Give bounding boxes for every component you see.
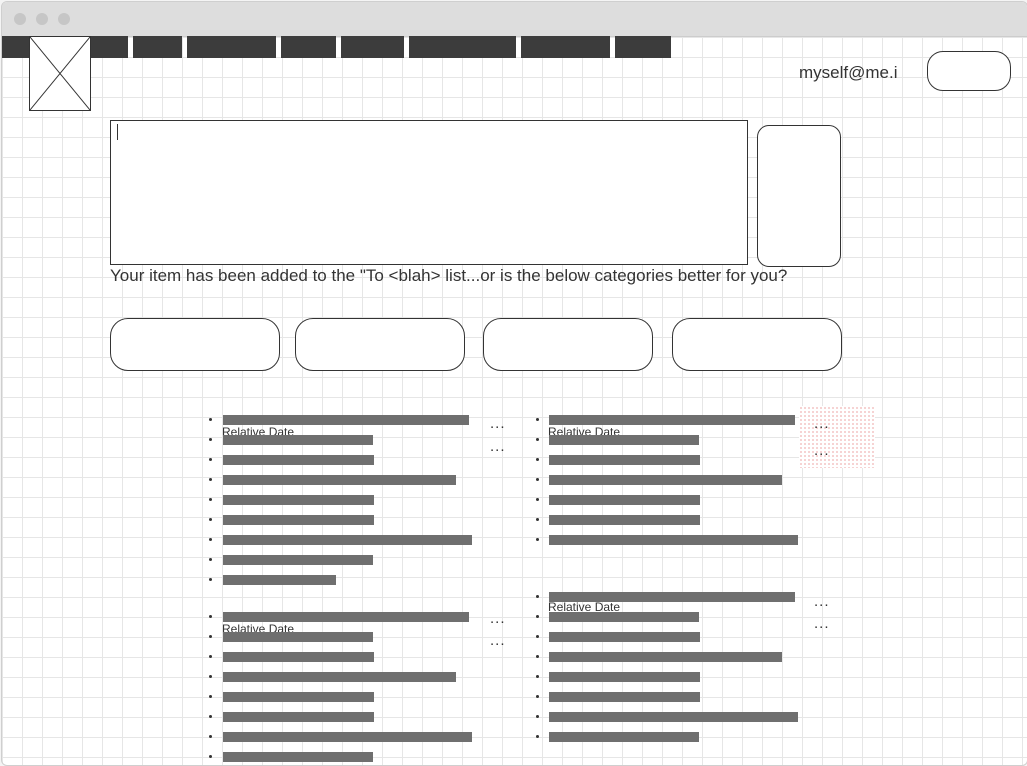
bullet (209, 558, 212, 561)
list-item-bar[interactable] (223, 575, 336, 585)
list-item-bar[interactable] (549, 672, 700, 682)
nav-item-6[interactable] (409, 36, 516, 58)
list-item-bar[interactable] (223, 475, 456, 485)
list-item-bar[interactable] (223, 495, 374, 505)
maximize-window-button[interactable] (58, 13, 70, 25)
list-item-bar[interactable] (223, 535, 472, 545)
category-button-4[interactable] (672, 318, 842, 371)
list-item-bar[interactable] (549, 435, 699, 445)
added-item-message: Your item has been added to the "To <bla… (110, 266, 788, 285)
list-item-bar[interactable] (223, 515, 374, 525)
bullet (536, 675, 539, 678)
nav-item-8[interactable] (615, 36, 671, 58)
list-item-bar[interactable] (223, 672, 456, 682)
list-item-bar[interactable] (549, 712, 798, 722)
text-caret (117, 124, 118, 140)
bullet (536, 635, 539, 638)
bullet (536, 595, 539, 598)
bullet (209, 715, 212, 718)
bullet (536, 438, 539, 441)
list-item-title[interactable] (549, 415, 795, 425)
list-item-bar[interactable] (223, 732, 472, 742)
bullet (536, 655, 539, 658)
nav-item-3[interactable] (187, 36, 276, 58)
bullet (209, 418, 212, 421)
bullet (209, 675, 212, 678)
list-item-bar[interactable] (549, 535, 798, 545)
list-item-title[interactable] (223, 415, 469, 425)
bullet (536, 478, 539, 481)
bullet (209, 615, 212, 618)
title-bar (2, 2, 1027, 37)
bullet (209, 635, 212, 638)
bullet (536, 695, 539, 698)
bullet (209, 735, 212, 738)
category-button-3[interactable] (483, 318, 653, 371)
account-button[interactable] (927, 51, 1011, 91)
category-button-2[interactable] (295, 318, 465, 371)
bullet (536, 418, 539, 421)
more-options-button[interactable]: ... (814, 415, 830, 432)
list-item-bar[interactable] (223, 752, 373, 762)
more-options-button[interactable]: ... (814, 442, 830, 459)
more-options-button[interactable]: ... (814, 615, 830, 632)
list-item-bar[interactable] (549, 692, 700, 702)
bullet (209, 655, 212, 658)
bullet (536, 518, 539, 521)
nav-item-4[interactable] (281, 36, 336, 58)
list-item-bar[interactable] (549, 612, 699, 622)
category-button-1[interactable] (110, 318, 280, 371)
nav-item-2[interactable] (133, 36, 182, 58)
more-options-button[interactable]: ... (814, 593, 830, 610)
app-window: myself@me.i Your item has been added to … (1, 1, 1027, 766)
list-item-bar[interactable] (549, 632, 700, 642)
list-item-bar[interactable] (223, 455, 374, 465)
list-item-bar[interactable] (223, 652, 374, 662)
list-item-bar[interactable] (223, 435, 373, 445)
list-item-bar[interactable] (549, 652, 782, 662)
list-item-bar[interactable] (223, 692, 374, 702)
minimize-window-button[interactable] (36, 13, 48, 25)
bullet (209, 438, 212, 441)
more-options-button[interactable]: ... (490, 415, 506, 432)
submit-item-button[interactable] (757, 125, 841, 267)
bullet (209, 538, 212, 541)
bullet (536, 715, 539, 718)
bullet (209, 498, 212, 501)
more-options-button[interactable]: ... (490, 610, 506, 627)
item-input[interactable] (110, 120, 748, 265)
user-email: myself@me.i (799, 63, 898, 82)
bullet (209, 478, 212, 481)
bullet (209, 578, 212, 581)
logo-image-placeholder-icon (29, 36, 91, 111)
list-item-title[interactable] (223, 612, 469, 622)
list-item-bar[interactable] (549, 732, 699, 742)
more-options-button[interactable]: ... (490, 438, 506, 455)
more-options-button[interactable]: ... (490, 632, 506, 649)
close-window-button[interactable] (14, 13, 26, 25)
bullet (209, 695, 212, 698)
highlight-area (799, 406, 875, 468)
nav-item-7[interactable] (521, 36, 610, 58)
bullet (536, 538, 539, 541)
list-item-bar[interactable] (223, 632, 373, 642)
bullet (536, 458, 539, 461)
bullet (536, 615, 539, 618)
list-item-bar[interactable] (223, 712, 374, 722)
bullet (209, 755, 212, 758)
bullet (209, 518, 212, 521)
bullet (536, 735, 539, 738)
list-item-bar[interactable] (549, 495, 700, 505)
bullet (536, 498, 539, 501)
list-item-bar[interactable] (549, 515, 700, 525)
bullet (209, 458, 212, 461)
list-item-bar[interactable] (549, 475, 782, 485)
list-item-bar[interactable] (223, 555, 373, 565)
nav-item-5[interactable] (341, 36, 404, 58)
list-item-bar[interactable] (549, 455, 700, 465)
